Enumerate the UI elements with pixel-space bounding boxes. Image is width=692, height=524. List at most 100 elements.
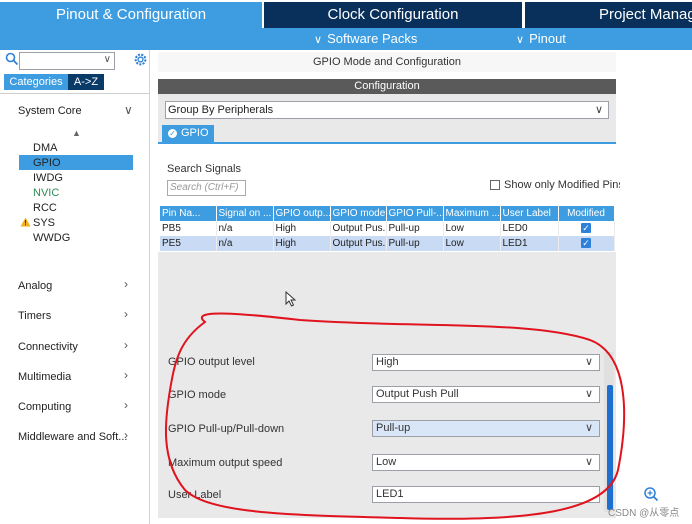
chevron-down-icon[interactable]: ∨ bbox=[585, 355, 593, 370]
modified-checkbox[interactable]: ✓ bbox=[581, 223, 591, 233]
column-header-pull[interactable]: GPIO Pull-... bbox=[386, 206, 444, 221]
right-area bbox=[620, 50, 692, 524]
category-timers[interactable]: Timers bbox=[18, 310, 51, 322]
table-cell: n/a bbox=[216, 221, 274, 236]
software-packs-label: Software Packs bbox=[327, 31, 418, 46]
mouse-cursor-icon bbox=[285, 291, 297, 307]
max-speed-select[interactable]: Low ∨ bbox=[372, 454, 600, 471]
group-by-select[interactable]: Group By Peripherals ∨ bbox=[165, 101, 609, 119]
category-computing[interactable]: Computing bbox=[18, 401, 71, 413]
zoom-in-icon[interactable] bbox=[643, 486, 659, 502]
show-only-modified-checkbox[interactable] bbox=[490, 180, 500, 190]
gpio-mode-value: Output Push Pull bbox=[376, 388, 459, 400]
gpio-mode-label: GPIO mode bbox=[168, 389, 227, 401]
search-signals-input[interactable]: Search (Ctrl+F) bbox=[167, 180, 246, 196]
pull-label: GPIO Pull-up/Pull-down bbox=[168, 423, 285, 435]
table-cell: Output Pus... bbox=[330, 236, 387, 251]
table-cell: Pull-up bbox=[386, 236, 444, 251]
category-multimedia[interactable]: Multimedia bbox=[18, 371, 71, 383]
configuration-header: Configuration bbox=[158, 79, 616, 94]
pull-value: Pull-up bbox=[376, 422, 411, 434]
secondary-menu-bar: ∨ Software Packs ∨ Pinout bbox=[0, 28, 692, 50]
table-cell: Output Pus... bbox=[330, 221, 387, 236]
output-level-select[interactable]: High ∨ bbox=[372, 354, 600, 371]
category-connectivity[interactable]: Connectivity bbox=[18, 341, 78, 353]
table-cell: n/a bbox=[216, 236, 274, 251]
warning-icon bbox=[20, 217, 31, 227]
group-by-value: Group By Peripherals bbox=[168, 104, 274, 116]
max-speed-value: Low bbox=[376, 456, 397, 468]
tab-project-manager[interactable]: Project Manag bbox=[525, 2, 692, 28]
table-row[interactable]: PE5 n/a High Output Pus... Pull-up Low L… bbox=[160, 236, 615, 251]
column-header-modified[interactable]: Modified bbox=[558, 206, 615, 221]
mode-configuration-title: GPIO Mode and Configuration bbox=[158, 52, 616, 72]
pinout-menu[interactable]: ∨ Pinout bbox=[516, 28, 566, 50]
sidebar-item-iwdg[interactable]: IWDG bbox=[33, 172, 63, 184]
chevron-down-icon[interactable]: ∨ bbox=[585, 421, 593, 436]
table-cell: ✓ bbox=[558, 221, 615, 236]
chevron-right-icon[interactable]: › bbox=[124, 338, 128, 352]
table-header-row: Pin Na... Signal on ... GPIO outp... GPI… bbox=[160, 206, 615, 221]
sort-icon[interactable]: ▲ bbox=[72, 128, 81, 138]
component-search-input[interactable]: ∨ bbox=[19, 52, 115, 70]
user-label-value: LED1 bbox=[376, 488, 404, 500]
tab-pinout-configuration[interactable]: Pinout & Configuration bbox=[0, 2, 262, 28]
user-label-label: User Label bbox=[168, 489, 222, 501]
column-header-gpio-mode[interactable]: GPIO mode bbox=[330, 206, 387, 221]
column-header-pin-name[interactable]: Pin Na... bbox=[160, 206, 217, 221]
chevron-right-icon[interactable]: › bbox=[124, 398, 128, 412]
user-label-input[interactable]: LED1 bbox=[372, 486, 600, 503]
category-system-core[interactable]: System Core bbox=[18, 105, 82, 117]
chevron-right-icon[interactable]: › bbox=[124, 307, 128, 321]
table-cell: High bbox=[273, 221, 331, 236]
gear-icon[interactable] bbox=[133, 52, 148, 67]
pull-select[interactable]: Pull-up ∨ bbox=[372, 420, 600, 437]
sidebar-item-sys[interactable]: SYS bbox=[33, 217, 55, 229]
chevron-right-icon[interactable]: › bbox=[124, 277, 128, 291]
table-cell: Low bbox=[443, 236, 501, 251]
modified-checkbox[interactable]: ✓ bbox=[581, 238, 591, 248]
table-cell: Low bbox=[443, 221, 501, 236]
categories-button[interactable]: Categories bbox=[4, 74, 68, 90]
table-row[interactable]: PB5 n/a High Output Pus... Pull-up Low L… bbox=[160, 221, 615, 236]
divider bbox=[0, 93, 150, 94]
top-tab-bar: Pinout & Configuration Clock Configurati… bbox=[0, 0, 692, 28]
column-header-output-level[interactable]: GPIO outp... bbox=[273, 206, 331, 221]
chevron-down-icon[interactable]: ∨ bbox=[585, 455, 593, 470]
table-cell: High bbox=[273, 236, 331, 251]
table-cell: PB5 bbox=[160, 221, 217, 236]
chevron-right-icon[interactable]: › bbox=[124, 368, 128, 382]
pinout-menu-label: Pinout bbox=[529, 31, 566, 46]
chevron-down-icon[interactable]: ∨ bbox=[124, 103, 133, 117]
pin-configuration-table: Pin Na... Signal on ... GPIO outp... GPI… bbox=[160, 206, 615, 251]
chevron-down-icon[interactable]: ∨ bbox=[595, 102, 603, 118]
output-level-value: High bbox=[376, 356, 399, 368]
table-cell: PE5 bbox=[160, 236, 217, 251]
search-signals-label: Search Signals bbox=[167, 163, 241, 175]
column-header-signal[interactable]: Signal on ... bbox=[216, 206, 274, 221]
sidebar-item-gpio[interactable]: GPIO bbox=[33, 157, 61, 169]
a-z-button[interactable]: A->Z bbox=[68, 74, 104, 90]
tab-clock-configuration[interactable]: Clock Configuration bbox=[264, 2, 522, 28]
software-packs-menu[interactable]: ∨ Software Packs bbox=[314, 28, 417, 50]
column-header-user-label[interactable]: User Label bbox=[500, 206, 559, 221]
gpio-mode-select[interactable]: Output Push Pull ∨ bbox=[372, 386, 600, 403]
sidebar-item-wwdg[interactable]: WWDG bbox=[33, 232, 70, 244]
sidebar-item-nvic[interactable]: NVIC bbox=[33, 187, 59, 199]
column-header-max-speed[interactable]: Maximum ... bbox=[443, 206, 501, 221]
check-circle-icon: ✓ bbox=[168, 129, 177, 138]
table-cell: LED0 bbox=[500, 221, 559, 236]
category-analog[interactable]: Analog bbox=[18, 280, 52, 292]
sidebar-item-dma[interactable]: DMA bbox=[33, 142, 57, 154]
sidebar-item-rcc[interactable]: RCC bbox=[33, 202, 57, 214]
scrollbar-thumb[interactable] bbox=[607, 385, 613, 510]
table-cell: ✓ bbox=[558, 236, 615, 251]
chevron-right-icon[interactable]: › bbox=[124, 428, 128, 442]
search-icon[interactable] bbox=[5, 52, 19, 66]
tab-gpio[interactable]: ✓ GPIO bbox=[162, 125, 214, 142]
chevron-down-icon: ∨ bbox=[314, 34, 323, 46]
category-middleware[interactable]: Middleware and Soft... bbox=[18, 431, 127, 443]
chevron-down-icon[interactable]: ∨ bbox=[104, 54, 111, 65]
chevron-down-icon[interactable]: ∨ bbox=[585, 387, 593, 402]
chevron-down-icon: ∨ bbox=[516, 34, 525, 46]
